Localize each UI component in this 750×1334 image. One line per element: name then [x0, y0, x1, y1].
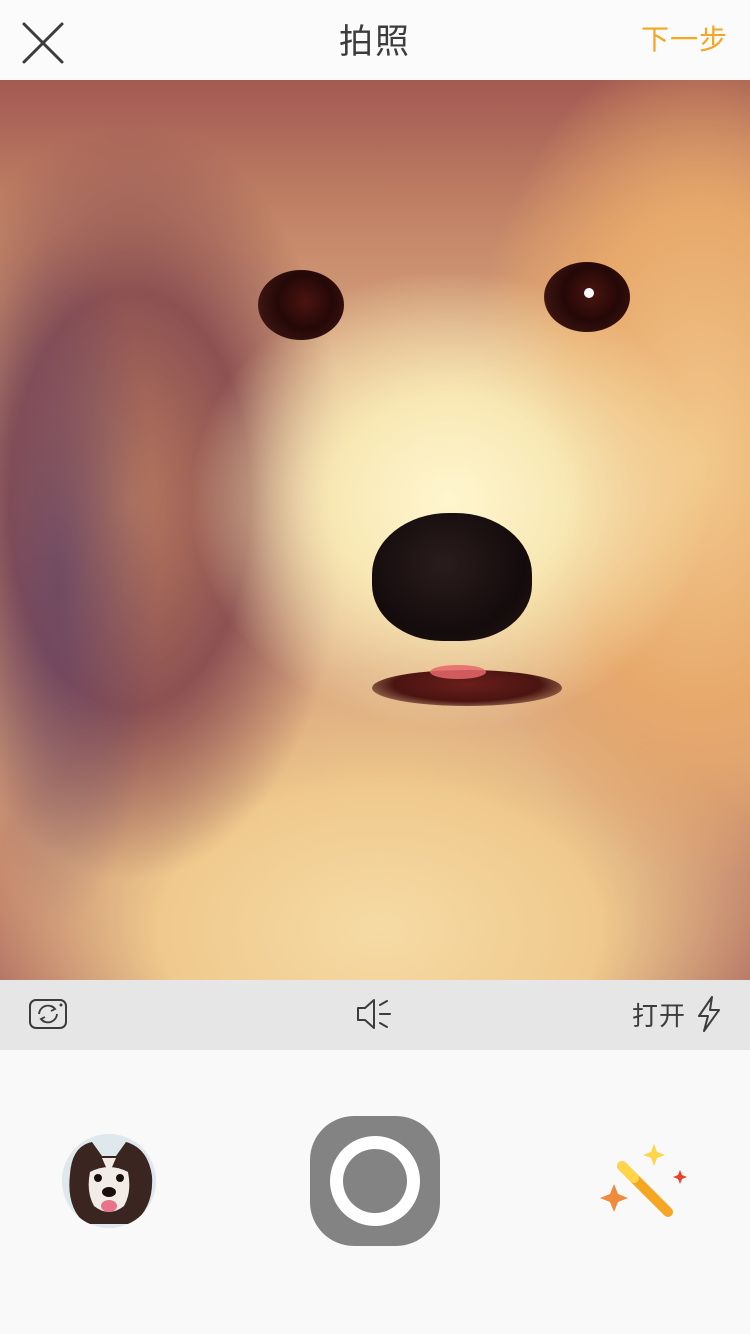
flash-toggle-button[interactable]: 打开 [632, 992, 724, 1036]
top-nav-bar: 拍照 下一步 [0, 0, 750, 80]
dog-tongue [430, 665, 486, 679]
shutter-button[interactable] [310, 1116, 440, 1246]
camera-toolbar: 打开 [0, 980, 750, 1050]
puppy-thumbnail-image [62, 1134, 156, 1228]
album-thumbnail[interactable] [62, 1134, 156, 1228]
shutter-ring [330, 1136, 420, 1226]
flash-label: 打开 [631, 1001, 686, 1032]
capture-controls [0, 1050, 750, 1334]
camera-flip-icon[interactable] [28, 996, 68, 1032]
speaker-mute-icon[interactable] [354, 994, 396, 1034]
dog-left-eye [258, 270, 344, 340]
magic-wand-icon[interactable] [594, 1142, 690, 1222]
dog-nose [372, 513, 532, 641]
preview-shade [0, 230, 160, 930]
camera-screen: 拍照 下一步 打开 [0, 0, 750, 1334]
dog-right-eye [544, 262, 630, 332]
shutter-core [343, 1149, 407, 1213]
next-step-button[interactable]: 下一步 [641, 20, 728, 60]
page-title: 拍照 [339, 22, 411, 62]
eye-glint [584, 288, 594, 298]
flash-icon [698, 996, 720, 1032]
camera-preview[interactable] [0, 80, 750, 980]
